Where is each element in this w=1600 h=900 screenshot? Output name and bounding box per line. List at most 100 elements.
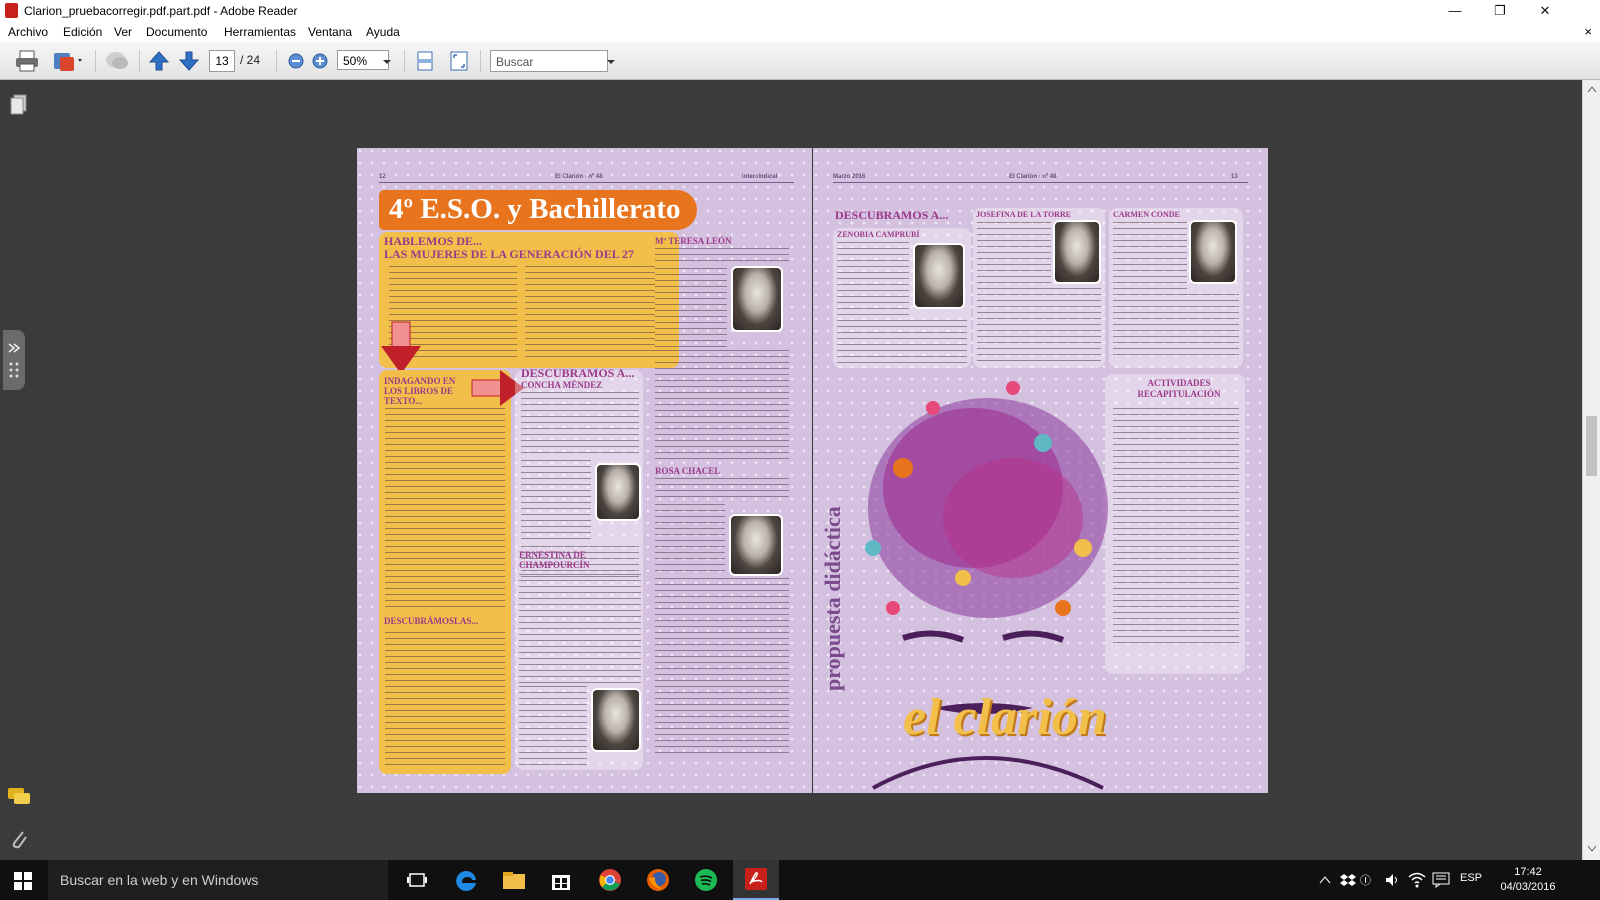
header-rule <box>379 182 794 183</box>
banner-title: 4º E.S.O. y Bachillerato <box>389 193 681 225</box>
menu-documento[interactable]: Documento <box>146 25 207 39</box>
notifications-icon[interactable] <box>1432 872 1450 888</box>
descubramoslas-text <box>385 632 505 768</box>
dropbox-icon[interactable] <box>1340 872 1356 888</box>
title-bar: Clarion_pruebacorregir.pdf.part.pdf - Ad… <box>0 0 1600 22</box>
clock-date: 04/03/2016 <box>1500 881 1556 893</box>
carmen-photo <box>1189 220 1237 284</box>
navigation-panel <box>0 80 39 860</box>
page-number-input[interactable]: 13 <box>209 50 235 72</box>
header-rule <box>833 182 1248 183</box>
edge-icon[interactable] <box>454 869 478 891</box>
descubramos-heading: DESCUBRAMOS A... <box>521 366 635 380</box>
toolbar-divider <box>95 50 96 72</box>
descubramos-heading: DESCUBRAMOS A... <box>835 208 949 222</box>
fullscreen-icon[interactable] <box>448 49 470 73</box>
josefina-photo <box>1053 220 1101 284</box>
vertical-scrollbar[interactable] <box>1582 80 1600 860</box>
panel-toggle-handle[interactable] <box>3 330 25 390</box>
rosa-text-top <box>655 478 789 502</box>
indagando-text <box>385 408 505 608</box>
zenobia-text <box>837 242 909 316</box>
descubramoslas-heading: DESCUBRÁMOSLAS... <box>384 616 479 626</box>
taskbar-adobe-reader-button[interactable] <box>733 860 779 900</box>
next-page-icon[interactable] <box>178 49 200 73</box>
page-header-title: El Clarión · nº 48 <box>555 174 603 180</box>
taskbar: Buscar en la web y en Windows Ⓘ ESP 17:4… <box>0 860 1600 900</box>
wifi-icon[interactable] <box>1408 872 1426 888</box>
rosa-text-2 <box>655 578 789 754</box>
chevron-up-icon[interactable] <box>1318 874 1332 886</box>
search-dropdown-icon[interactable] <box>606 49 616 73</box>
adobe-reader-icon <box>5 3 18 18</box>
fit-page-icon[interactable] <box>414 49 436 73</box>
scroll-up-icon[interactable] <box>1586 84 1598 94</box>
zoom-out-icon[interactable] <box>286 49 306 73</box>
window-title: Clarion_pruebacorregir.pdf.part.pdf - Ad… <box>24 4 298 18</box>
intro-subheading: LAS MUJERES DE LA GENERACIÓN DEL 27 <box>384 247 635 261</box>
clock-time: 17:42 <box>1514 866 1542 878</box>
el-clarion-logo: el clarión <box>903 689 1107 746</box>
attachment-icon[interactable] <box>9 828 29 850</box>
search-input[interactable]: Buscar <box>490 50 608 72</box>
firefox-icon[interactable] <box>646 868 670 892</box>
chrome-icon[interactable] <box>598 868 622 892</box>
concha-text <box>521 392 639 456</box>
zoom-in-icon[interactable] <box>310 49 330 73</box>
store-icon[interactable] <box>550 869 572 891</box>
menu-ver[interactable]: Ver <box>114 25 132 39</box>
maximize-button[interactable]: ❐ <box>1477 0 1523 22</box>
expand-panel-icon <box>8 343 21 378</box>
share-icon[interactable] <box>52 49 86 73</box>
review-icon[interactable] <box>104 49 130 73</box>
concha-photo <box>595 463 641 521</box>
menu-archivo[interactable]: Archivo <box>8 25 48 39</box>
scrollbar-thumb[interactable] <box>1586 416 1597 476</box>
pages-icon[interactable] <box>10 94 28 116</box>
page-13: Marzo 2016 El Clarión · nº 48 13 DESCUBR… <box>813 148 1268 793</box>
teresa-text-2 <box>655 350 789 460</box>
page-number: 13 <box>1231 174 1238 180</box>
rosa-photo <box>729 514 783 576</box>
page-header-section: Intercindical <box>742 174 778 180</box>
comments-icon[interactable] <box>7 787 31 807</box>
concha-text-2 <box>521 460 591 544</box>
ime-icon[interactable]: Ⓘ <box>1360 872 1371 888</box>
menu-herramientas[interactable]: Herramientas <box>224 25 296 39</box>
previous-page-icon[interactable] <box>148 49 170 73</box>
volume-icon[interactable] <box>1384 872 1400 888</box>
josefina-text <box>977 222 1051 286</box>
file-explorer-icon[interactable] <box>502 870 526 890</box>
task-view-icon[interactable] <box>406 871 428 889</box>
page-total: / 24 <box>240 53 261 67</box>
adobe-reader-icon <box>745 868 767 890</box>
toolbar-divider <box>404 50 405 72</box>
menu-bar: Archivo Edición Ver Documento Herramient… <box>0 22 1600 42</box>
scroll-down-icon[interactable] <box>1586 844 1598 854</box>
arrow-down-icon <box>381 321 421 374</box>
carmen-heading: CARMEN CONDE <box>1113 210 1180 219</box>
rosa-text <box>655 504 725 576</box>
taskbar-clock[interactable]: 17:42 04/03/2016 <box>1497 865 1559 895</box>
menu-ventana[interactable]: Ventana <box>308 25 352 39</box>
minimize-button[interactable]: — <box>1432 0 1478 22</box>
josefina-heading: JOSEFINA DE LA TORRE <box>976 210 1072 219</box>
teresa-text-top <box>655 248 789 266</box>
zenobia-photo <box>913 243 965 309</box>
teresa-photo <box>731 266 783 332</box>
windows-start-icon[interactable] <box>14 872 32 890</box>
ernestina-text <box>519 574 641 684</box>
language-indicator[interactable]: ESP <box>1460 872 1482 884</box>
zenobia-heading: ZENOBIA CAMPRUBÍ <box>837 230 920 239</box>
document-close-icon[interactable]: × <box>1584 24 1592 39</box>
ernestina-heading: ERNESTINA DE CHAMPOURCÍN <box>519 550 590 570</box>
menu-ayuda[interactable]: Ayuda <box>366 25 400 39</box>
intro-text-column-2 <box>525 266 655 358</box>
page-header-title: El Clarión · nº 48 <box>1009 174 1057 180</box>
close-button[interactable]: ✕ <box>1522 0 1568 22</box>
spotify-icon[interactable] <box>694 868 718 892</box>
chevron-down-icon[interactable] <box>381 49 393 73</box>
menu-edicion[interactable]: Edición <box>63 25 102 39</box>
toolbar: 13 / 24 50% Buscar <box>0 42 1600 80</box>
print-icon[interactable] <box>14 49 40 73</box>
